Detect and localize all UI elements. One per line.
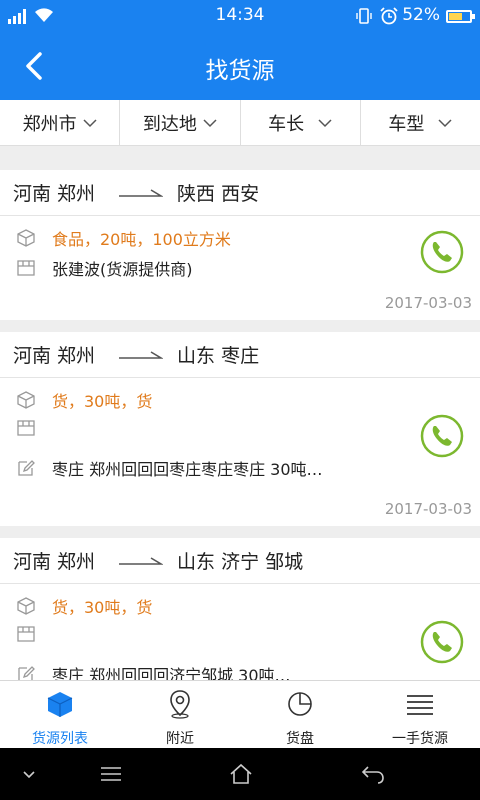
tab-label: 一手货源 [392, 731, 448, 747]
filter-truck-type[interactable]: 车型 [361, 100, 480, 145]
cargo-card[interactable]: 河南 郑州 陕西 西安 食品，20吨，100立方米 张建波(货源提供商) 201… [0, 170, 480, 320]
filter-label: 郑州市 [22, 113, 77, 135]
route-arrow-icon [119, 188, 164, 197]
shipper-line [16, 624, 52, 644]
store-icon [17, 420, 35, 436]
app-header: 找货源 [0, 32, 480, 100]
tab-pallet[interactable]: 货盘 [240, 681, 360, 748]
tab-first-hand-cargo[interactable]: 一手货源 [360, 681, 480, 748]
phone-call-icon[interactable] [420, 620, 464, 664]
note-text: 枣庄 郑州回回回济宁邹城 30吨… [52, 666, 291, 680]
cube-icon [47, 692, 73, 717]
note-line: 枣庄 郑州回回回济宁邹城 30吨… [16, 662, 291, 680]
store-icon [17, 260, 35, 276]
note-text: 枣庄 郑州回回回枣庄枣庄枣庄 30吨… [52, 460, 323, 479]
status-bar: 14:34 52% [0, 0, 480, 32]
route-origin: 河南 郑州 [13, 551, 96, 573]
back-icon[interactable] [360, 762, 386, 786]
bottom-tab-bar: 货源列表 附近 货盘 一手货源 [0, 680, 480, 748]
filter-origin-city[interactable]: 郑州市 [0, 100, 121, 145]
note-line: 枣庄 郑州回回回枣庄枣庄枣庄 30吨… [16, 456, 323, 480]
post-date: 2017-03-03 [384, 294, 472, 312]
route-destination: 陕西 西安 [177, 183, 260, 205]
route-row: 河南 郑州 山东 枣庄 [0, 332, 480, 378]
cargo-info: 食品，20吨，100立方米 [52, 230, 231, 249]
tab-label: 附近 [166, 731, 194, 747]
tab-label: 货盘 [286, 731, 314, 747]
post-date: 2017-03-03 [384, 500, 472, 518]
chevron-down-icon[interactable] [18, 762, 40, 786]
vibrate-icon [356, 8, 372, 24]
box-icon [17, 229, 35, 247]
cargo-line: 货，30吨，货 [16, 388, 152, 412]
chevron-down-icon [203, 118, 217, 127]
menu-icon[interactable] [98, 762, 124, 786]
cargo-info: 货，30吨，货 [52, 598, 153, 617]
route-destination: 山东 济宁 邹城 [177, 551, 304, 573]
route-destination: 山东 枣庄 [177, 345, 260, 367]
phone-call-icon[interactable] [420, 230, 464, 274]
chevron-down-icon [438, 118, 452, 127]
alarm-icon [380, 7, 398, 25]
shipper-name: 张建波(货源提供商) [52, 260, 193, 279]
filter-bar: 郑州市 到达地 车长 车型 [0, 100, 480, 146]
shipper-line [16, 418, 52, 438]
home-icon[interactable] [228, 762, 254, 786]
route-row: 河南 郑州 陕西 西安 [0, 170, 480, 216]
phone-call-icon[interactable] [420, 414, 464, 458]
route-origin: 河南 郑州 [13, 345, 96, 367]
cargo-list: 河南 郑州 陕西 西安 食品，20吨，100立方米 张建波(货源提供商) 201… [0, 146, 480, 680]
filter-label: 车型 [388, 113, 425, 135]
map-pin-icon [170, 690, 190, 719]
box-icon [17, 597, 35, 615]
box-icon [17, 391, 35, 409]
filter-truck-length[interactable]: 车长 [241, 100, 361, 145]
route-arrow-icon [119, 350, 164, 359]
cargo-line: 食品，20吨，100立方米 [16, 226, 231, 250]
edit-note-icon [18, 460, 35, 476]
shipper-line: 张建波(货源提供商) [16, 256, 193, 280]
route-origin: 河南 郑州 [13, 183, 96, 205]
menu-lines-icon [407, 695, 433, 715]
store-icon [17, 626, 35, 642]
battery-percent: 52% [402, 5, 440, 25]
edit-note-icon [18, 666, 35, 680]
system-nav-bar [0, 748, 480, 800]
route-row: 河南 郑州 山东 济宁 邹城 [0, 538, 480, 584]
tab-label: 货源列表 [32, 731, 88, 747]
cargo-card[interactable]: 河南 郑州 山东 济宁 邹城 货，30吨，货 枣庄 郑州回回回济宁邹城 30吨… [0, 538, 480, 680]
filter-label: 车长 [268, 113, 305, 135]
chevron-down-icon [318, 118, 332, 127]
cargo-line: 货，30吨，货 [16, 594, 152, 618]
cargo-card[interactable]: 河南 郑州 山东 枣庄 货，30吨，货 枣庄 郑州回回回枣庄枣庄枣庄 30吨… … [0, 332, 480, 526]
filter-label: 到达地 [142, 113, 197, 135]
battery-icon [446, 10, 475, 23]
route-arrow-icon [119, 556, 164, 565]
tab-nearby[interactable]: 附近 [120, 681, 240, 748]
filter-destination[interactable]: 到达地 [120, 100, 241, 145]
pie-chart-icon [288, 692, 312, 716]
cargo-info: 货，30吨，货 [52, 392, 153, 411]
page-title: 找货源 [205, 58, 275, 84]
chevron-down-icon [83, 118, 97, 127]
tab-cargo-list[interactable]: 货源列表 [0, 681, 120, 748]
